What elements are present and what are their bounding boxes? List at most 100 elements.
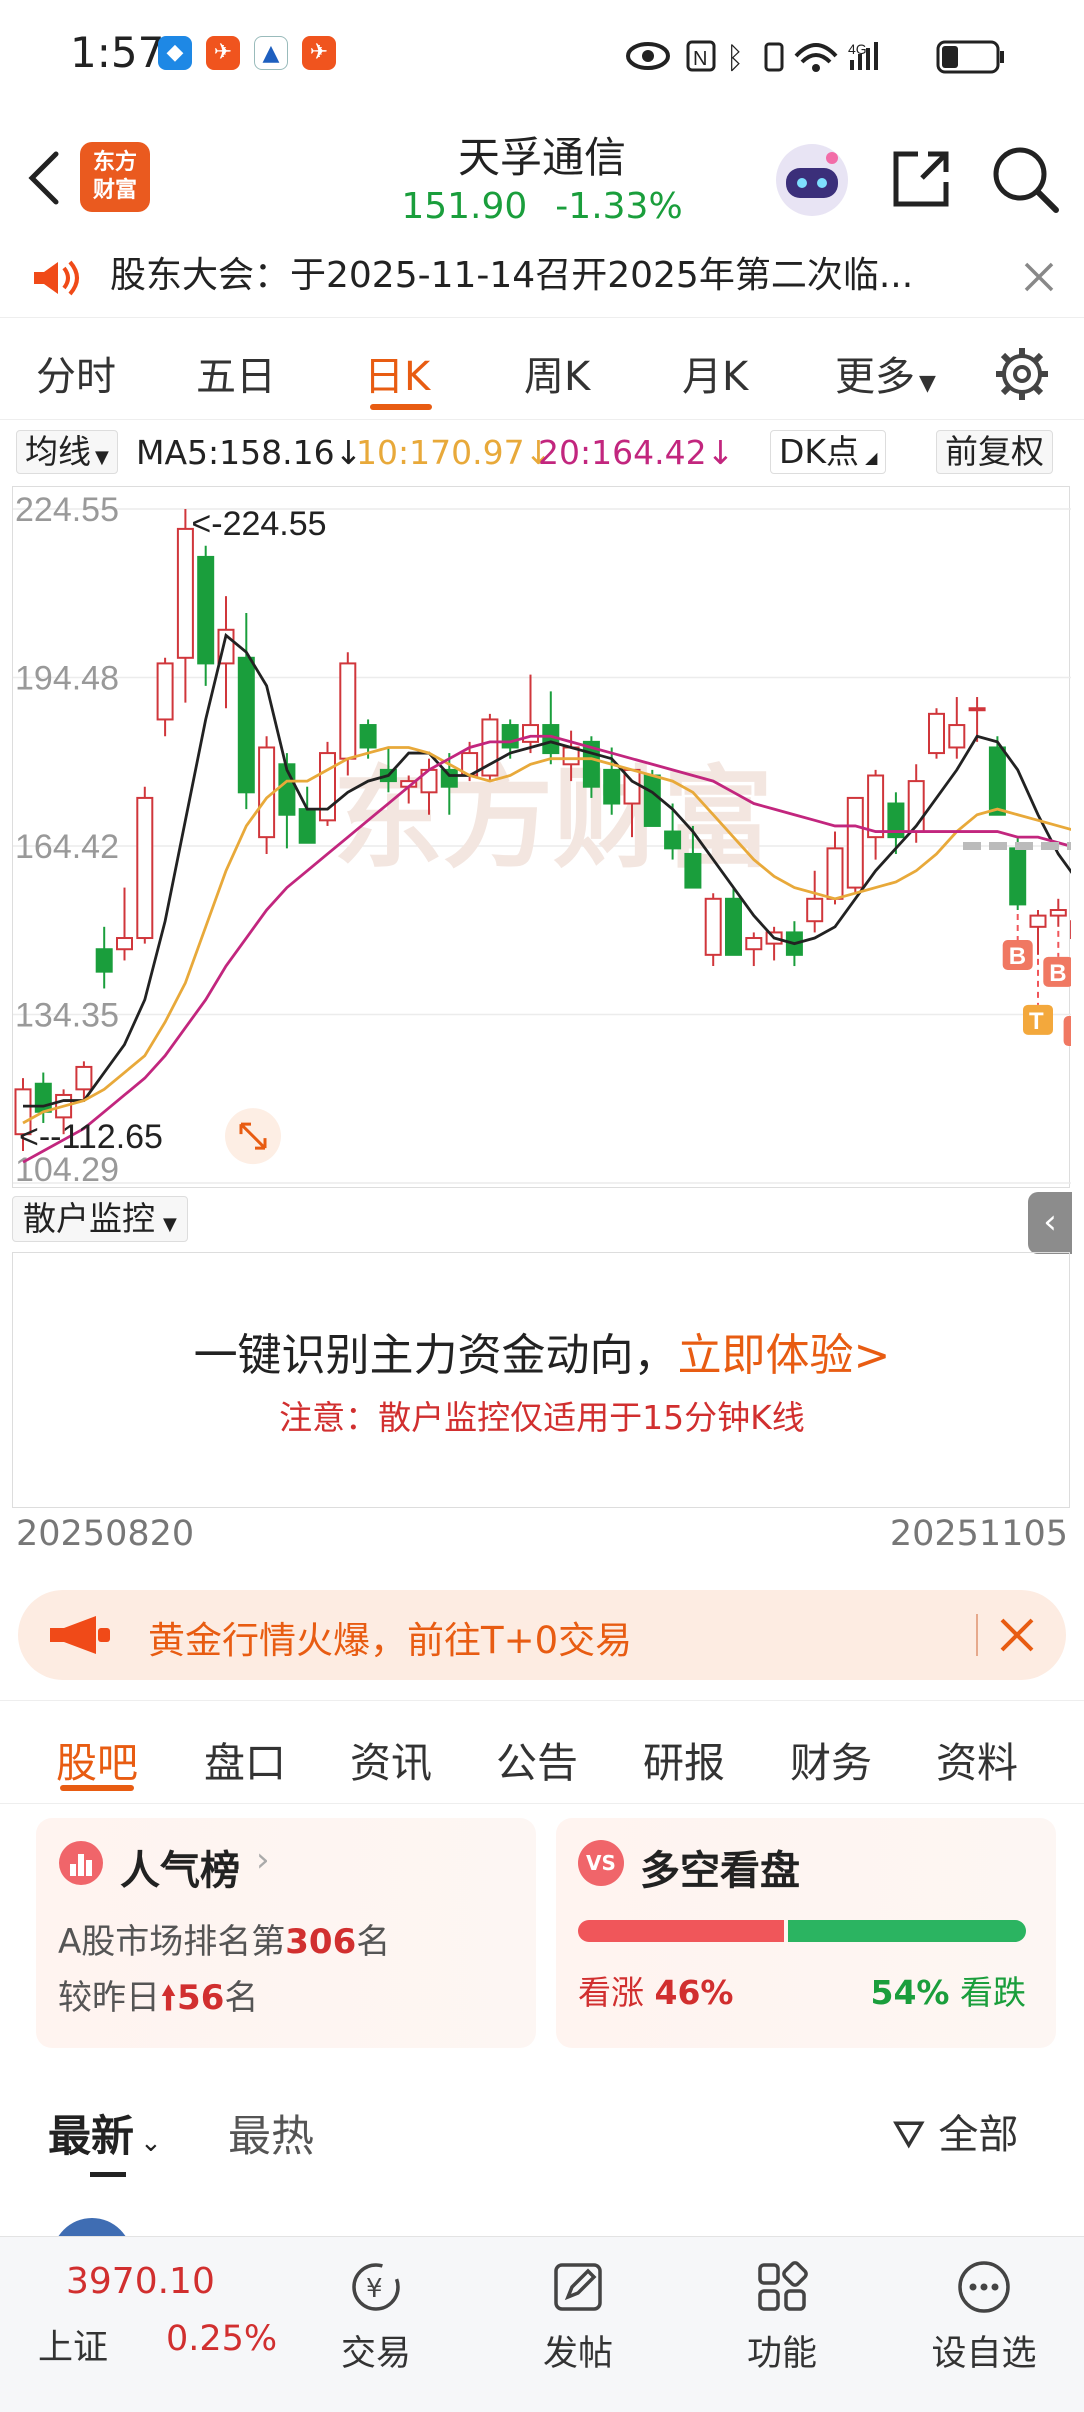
candle-body <box>95 948 113 973</box>
index-change[interactable]: 0.25% <box>166 2319 277 2359</box>
retail-monitor-select[interactable]: 散户监控 ▼ <box>12 1196 188 1242</box>
candle-body <box>603 768 621 805</box>
kline-chart[interactable]: 224.55 194.48 164.42 134.35 104.29 东方财富 <-224.… <box>12 486 1084 1189</box>
price-change-pct: -1.33% <box>555 186 683 227</box>
candle-body <box>846 796 864 889</box>
date-start: 20250820 <box>16 1514 195 1554</box>
bottom-navigation: 3970.10 上证 0.25% ¥ 交易 发帖 功能 设自选 <box>0 2236 1084 2412</box>
bear-label: 看跌 <box>960 1973 1026 2012</box>
candle-body <box>684 852 702 889</box>
tab-daily-k[interactable]: 日K <box>364 344 430 402</box>
candle-body <box>339 662 357 760</box>
speaker-icon <box>34 260 79 296</box>
nav-post-label: 发帖 <box>542 2334 613 2374</box>
sentiment-bar <box>578 1920 1026 1942</box>
tab-news[interactable]: 资讯 <box>350 1729 432 1789</box>
trade-mark-label: B <box>1070 1019 1071 1046</box>
candle-body <box>298 808 316 844</box>
nav-add-watchlist[interactable]: 设自选 <box>914 2257 1054 2376</box>
share-icon[interactable] <box>888 146 954 212</box>
sentiment-card[interactable]: VS 多空看盘 看涨 46% 54% 看跌 <box>556 1818 1056 2048</box>
sentiment-title: 多空看盘 <box>640 1848 800 1894</box>
collapse-left-icon[interactable]: ‹ <box>1028 1192 1072 1254</box>
y-tick-label: 224.55 <box>15 491 119 529</box>
svg-text:N: N <box>693 48 707 70</box>
ai-assistant-icon[interactable] <box>772 140 852 220</box>
dk-point-select[interactable]: DK点 ◢ <box>770 430 887 474</box>
arrow-up-icon: 🠙 <box>160 1978 178 2018</box>
bear-bar <box>788 1920 1026 1942</box>
candle-body <box>1049 909 1067 917</box>
tab-announcements[interactable]: 公告 <box>496 1729 578 1789</box>
status-bar: 1:57 ◆ ✈ ▲ ✈ N ᛒ 4G <box>0 0 1084 110</box>
tab-more[interactable]: 更多 ▼ <box>835 344 936 402</box>
ma20-value: 20:164.42↓ <box>538 433 735 472</box>
candle-body <box>988 746 1006 816</box>
tab-five-day[interactable]: 五日 <box>196 344 276 402</box>
clock: 1:57 <box>70 28 165 77</box>
nav-trade-label: 交易 <box>340 2334 411 2374</box>
nav-functions[interactable]: 功能 <box>712 2257 852 2376</box>
rank-suffix: 名 <box>356 1922 391 1962</box>
tab-hot[interactable]: 最热 <box>228 2102 314 2164</box>
nav-trade[interactable]: ¥ 交易 <box>306 2257 446 2376</box>
candle-body <box>928 712 945 755</box>
date-end: 20251105 <box>889 1514 1068 1554</box>
notice-text[interactable]: 股东大会：于2025-11-14召开2025年第二次临... <box>110 240 913 312</box>
dropdown-arrow-icon: ▼ <box>95 447 109 468</box>
settings-gear-icon[interactable] <box>994 346 1050 402</box>
tab-monthly-k[interactable]: 月K <box>682 344 748 402</box>
corner-arrow-icon: ◢ <box>865 448 878 467</box>
tab-order-book[interactable]: 盘口 <box>204 1729 286 1789</box>
trade-mark-label: B <box>1009 943 1026 970</box>
bull-label: 看涨 <box>578 1973 644 2012</box>
more-icon <box>958 2261 1010 2313</box>
ma10-value: 10:170.97↓ <box>356 433 553 472</box>
vs-icon: VS <box>578 1840 624 1886</box>
svg-text:4G: 4G <box>848 41 867 57</box>
notice-bar[interactable]: 股东大会：于2025-11-14召开2025年第二次临... <box>0 240 1084 318</box>
retail-monitor-note: 注意：散户监控仅适用于15分钟K线 <box>279 1398 805 1437</box>
tab-profile[interactable]: 资料 <box>936 1729 1018 1789</box>
edit-icon <box>554 2263 602 2311</box>
popularity-rank-line: A股市场排名第306名 <box>58 1914 390 1963</box>
trade-icon: ¥ <box>352 2263 400 2311</box>
tab-latest[interactable]: 最新 ⌄ <box>48 2102 162 2164</box>
nav-add-watchlist-label: 设自选 <box>931 2334 1037 2374</box>
dropdown-arrow-icon: ▼ <box>163 1214 177 1235</box>
bull-label-line: 看涨 46% <box>578 1966 734 2014</box>
app-notification-icon: ◆ <box>158 36 192 70</box>
close-icon[interactable] <box>1022 260 1056 294</box>
search-icon[interactable] <box>990 144 1060 214</box>
svg-text:¥: ¥ <box>366 2274 383 2304</box>
candle-body <box>197 555 215 665</box>
candle-body <box>116 937 133 951</box>
candle-body <box>176 527 194 659</box>
tab-guba[interactable]: 股吧 <box>56 1729 138 1789</box>
index-name[interactable]: 上证 <box>38 2319 108 2370</box>
indicator-select[interactable]: 均线 ▼ <box>16 430 118 474</box>
nav-post[interactable]: 发帖 <box>508 2257 648 2376</box>
candle-body <box>826 847 844 900</box>
retail-monitor-select-label: 散户监控 <box>23 1199 155 1238</box>
popularity-card[interactable]: 人气榜 › A股市场排名第306名 较昨日🠙56名 <box>36 1818 536 2048</box>
candle-body <box>867 774 885 839</box>
promo-banner[interactable]: 黄金行情火爆，前往T+0交易 <box>18 1590 1066 1680</box>
tab-finance[interactable]: 财务 <box>790 1729 872 1789</box>
app-notification-icon: ✈ <box>206 36 240 70</box>
close-icon[interactable] <box>998 1616 1036 1654</box>
try-now-link[interactable]: 立即体验> <box>678 1330 891 1381</box>
kline-svg: 224.55194.48164.42134.35104.29东方财富<-224.… <box>13 491 1084 1189</box>
index-value[interactable]: 3970.10 <box>66 2261 215 2302</box>
ma5-value: MA5:158.16↓ <box>136 433 363 472</box>
bull-bar <box>578 1920 784 1942</box>
tab-intraday[interactable]: 分时 <box>36 344 116 402</box>
tab-weekly-k[interactable]: 周K <box>524 344 590 402</box>
candle-body <box>501 724 519 749</box>
filter-button[interactable]: ⛛ 全部 <box>892 2102 1018 2160</box>
change-suffix: 名 <box>224 1978 259 2018</box>
candle-body <box>359 724 377 749</box>
candle-body <box>725 897 742 956</box>
adjust-select[interactable]: 前复权 <box>936 430 1053 474</box>
tab-research[interactable]: 研报 <box>643 1729 725 1789</box>
